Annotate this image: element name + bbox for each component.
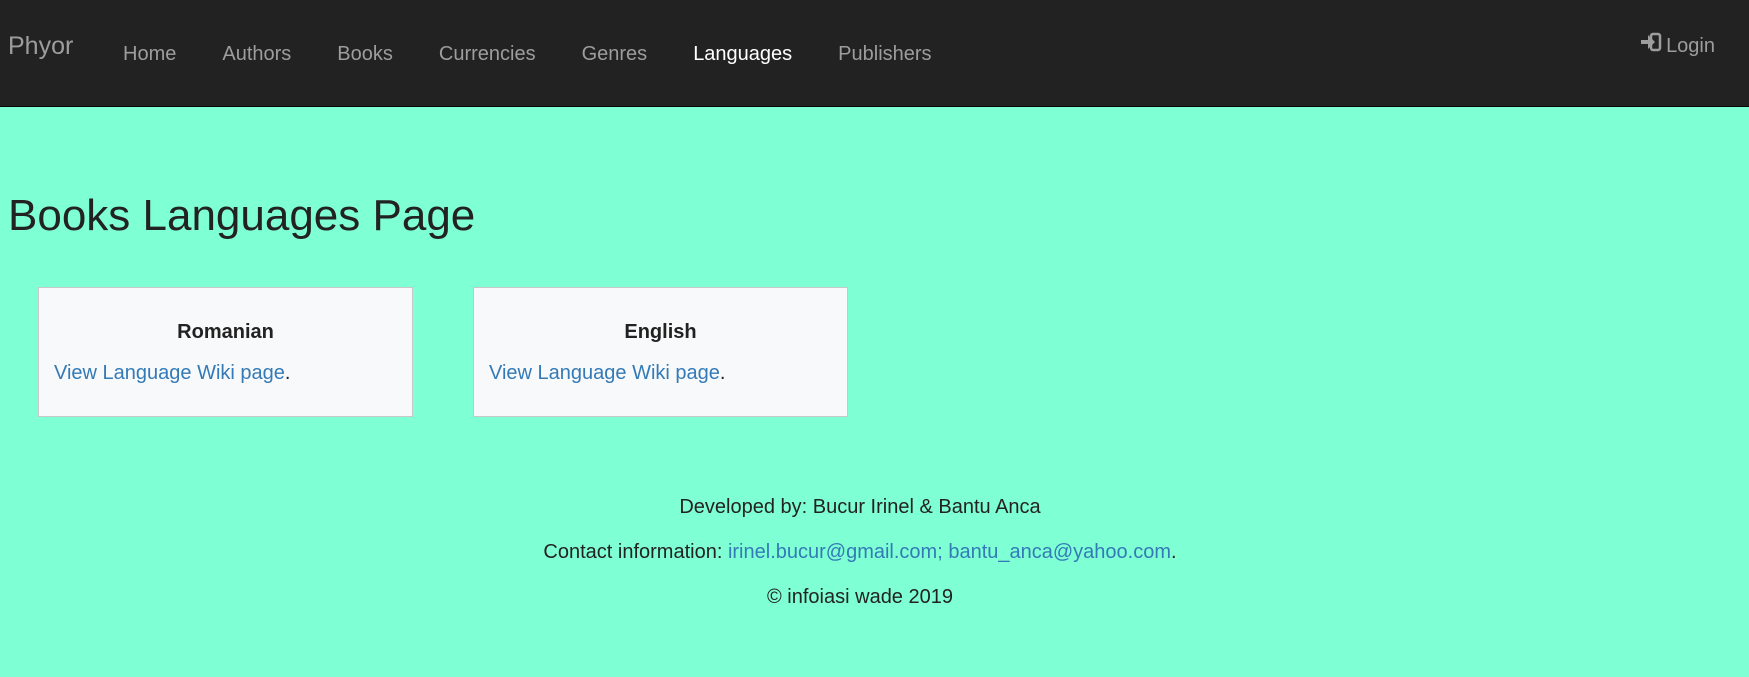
card-text: View Language Wiki page. bbox=[489, 359, 832, 387]
nav-link-home[interactable]: Home bbox=[100, 39, 199, 69]
nav-item-books: Books bbox=[314, 39, 416, 69]
card-text: View Language Wiki page. bbox=[54, 359, 397, 387]
page-footer: Developed by: Bucur Irinel & Bantu Anca … bbox=[0, 493, 1720, 628]
card-title: English bbox=[624, 321, 697, 343]
nav-link-authors[interactable]: Authors bbox=[199, 39, 314, 69]
contact-info: Contact information: irinel.bucur@gmail.… bbox=[0, 538, 1720, 566]
wiki-link[interactable]: View Language Wiki page bbox=[54, 362, 285, 384]
contact-prefix: Contact information: bbox=[543, 541, 728, 563]
language-card-romanian: Romanian View Language Wiki page. bbox=[38, 287, 413, 417]
card-suffix: . bbox=[719, 362, 726, 384]
nav-item-home: Home bbox=[100, 39, 199, 69]
contact-emails-link[interactable]: irinel.bucur@gmail.com; bantu_anca@yahoo… bbox=[728, 541, 1171, 563]
brand-link[interactable]: Phyor bbox=[8, 30, 73, 62]
nav-link-genres[interactable]: Genres bbox=[559, 39, 671, 69]
nav-item-genres: Genres bbox=[559, 39, 671, 69]
developed-by-text: Developed by: Bucur Irinel & Bantu Anca bbox=[679, 496, 1041, 518]
nav-link-books[interactable]: Books bbox=[314, 39, 416, 69]
nav-item-currencies: Currencies bbox=[416, 39, 559, 69]
nav-link-currencies[interactable]: Currencies bbox=[416, 39, 559, 69]
nav-item-publishers: Publishers bbox=[815, 39, 954, 69]
sign-in-icon bbox=[1640, 31, 1666, 61]
login-label: Login bbox=[1666, 35, 1715, 57]
nav-link-languages[interactable]: Languages bbox=[670, 39, 815, 69]
language-cards: Romanian View Language Wiki page. Englis… bbox=[38, 287, 908, 417]
login-link[interactable]: Login bbox=[1640, 31, 1715, 61]
nav-menu: Home Authors Books Currencies Genres Lan… bbox=[100, 0, 955, 107]
contact-suffix: . bbox=[1171, 541, 1177, 563]
nav-item-authors: Authors bbox=[199, 39, 314, 69]
card-title: Romanian bbox=[177, 321, 274, 343]
wiki-link[interactable]: View Language Wiki page bbox=[489, 362, 720, 384]
language-card-english: English View Language Wiki page. bbox=[473, 287, 848, 417]
top-navbar: Phyor Home Authors Books Currencies Genr… bbox=[0, 0, 1749, 107]
card-suffix: . bbox=[284, 362, 291, 384]
nav-item-languages: Languages bbox=[670, 39, 815, 69]
nav-link-publishers[interactable]: Publishers bbox=[815, 39, 954, 69]
page-title: Books Languages Page bbox=[8, 191, 476, 240]
copyright-text: © infoiasi wade 2019 bbox=[767, 586, 953, 608]
